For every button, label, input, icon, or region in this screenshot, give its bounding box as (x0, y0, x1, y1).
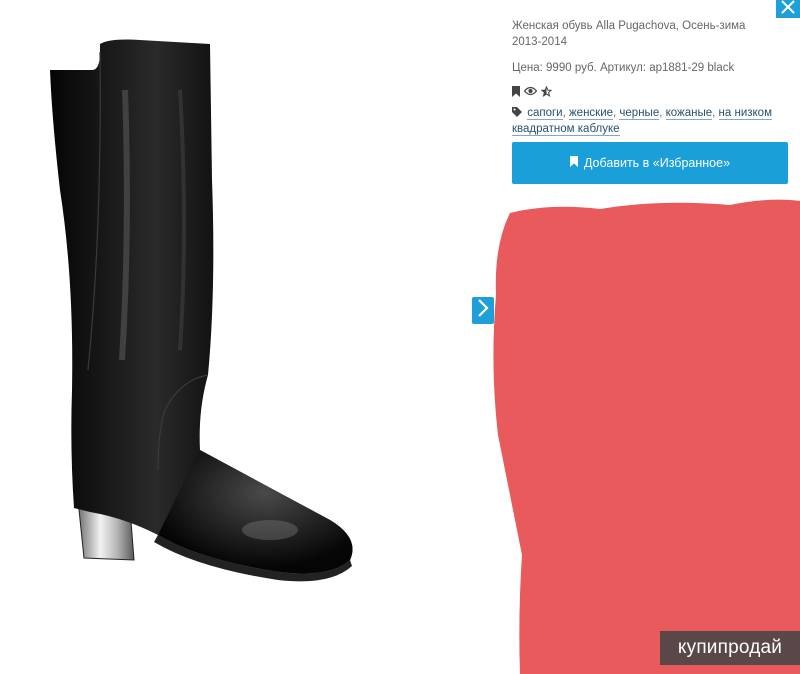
tag-link[interactable]: на низком (718, 107, 772, 120)
bookmark-icon[interactable] (512, 85, 520, 97)
product-image (30, 30, 390, 600)
add-to-favorites-button[interactable]: Добавить в «Избранное» (512, 142, 788, 184)
redaction-overlay (490, 195, 800, 674)
chevron-right-icon (477, 298, 489, 323)
watermark: купипродай (660, 631, 800, 665)
action-icons (512, 84, 774, 98)
tag-link[interactable]: квадратном каблуке (512, 123, 620, 136)
tag-link[interactable]: сапоги (527, 107, 563, 120)
add-to-favorites-label: Добавить в «Избранное» (583, 156, 731, 170)
product-info: Женская обувь Alla Pugachova, Осень-зима… (512, 18, 774, 137)
bookmark-icon (569, 156, 578, 170)
product-subtitle: Женская обувь Alla Pugachova, Осень-зима… (512, 20, 746, 48)
tag-link[interactable]: черные (619, 107, 660, 120)
price-and-article: Цена: 9990 руб. Артикул: ap1881-29 black (512, 62, 735, 74)
product-page: Женская обувь Alla Pugachova, Осень-зима… (0, 0, 800, 674)
close-icon (780, 0, 796, 20)
tag-link[interactable]: женские (568, 107, 614, 120)
tag-link[interactable]: кожаные (665, 107, 713, 120)
eye-icon[interactable] (524, 86, 537, 96)
close-button[interactable] (776, 0, 800, 18)
product-tags: сапоги, женские, черные, кожаные, на низ… (512, 107, 772, 136)
tag-icon (512, 107, 522, 122)
star-half-icon[interactable] (541, 85, 552, 97)
